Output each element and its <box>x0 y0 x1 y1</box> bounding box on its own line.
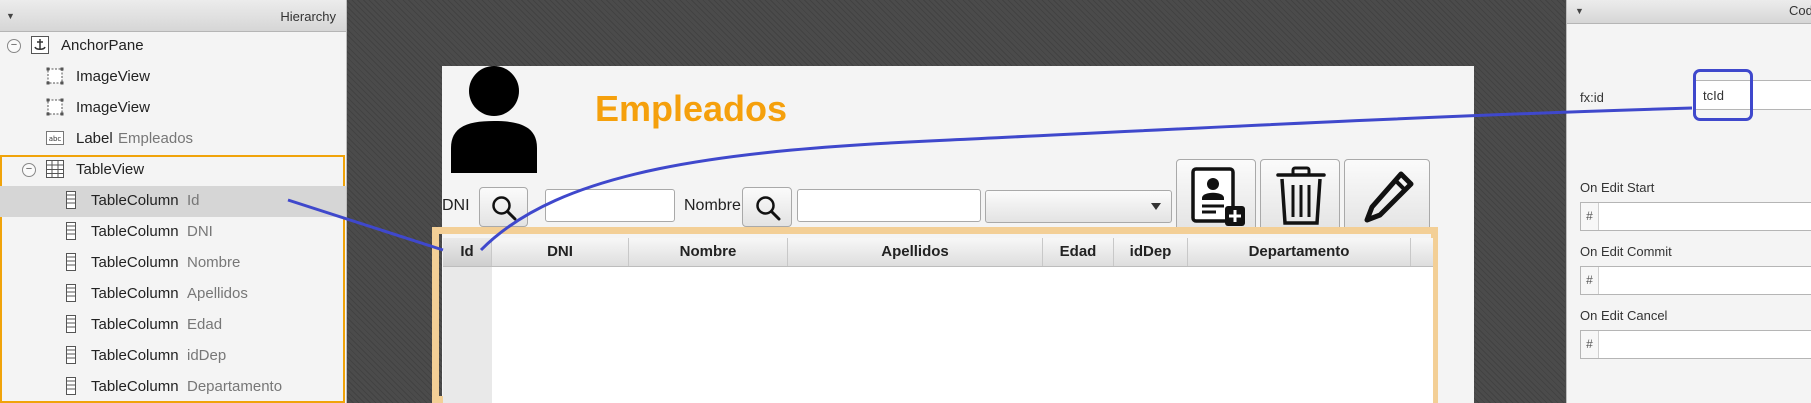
departamento-combobox[interactable] <box>985 190 1172 223</box>
column-header-apellidos[interactable]: Apellidos <box>788 238 1043 266</box>
column-header-id[interactable]: Id <box>443 238 492 266</box>
search-icon <box>492 196 517 221</box>
imageview-icon <box>46 67 64 85</box>
node-type: TableView <box>76 161 145 178</box>
tablecolumn-icon <box>66 222 76 240</box>
tablecolumn-icon <box>66 315 76 333</box>
code-header[interactable]: ▼ Code <box>1567 0 1811 24</box>
column-header-edad[interactable]: Edad <box>1043 238 1114 266</box>
node-type: Label <box>76 130 113 147</box>
on-edit-cancel-label: On Edit Cancel <box>1580 308 1668 323</box>
node-id: Edad <box>187 316 223 333</box>
node-id: Empleados <box>118 130 194 147</box>
code-title: Code <box>1789 3 1811 18</box>
collapse-arrow-icon[interactable]: ▼ <box>1575 6 1584 16</box>
delete-employee-button[interactable] <box>1260 159 1340 233</box>
tree-node-tablecolumn-edad[interactable]: TableColumn Edad <box>0 310 346 341</box>
fx-id-highlight <box>1693 69 1753 121</box>
node-type: ImageView <box>76 99 150 116</box>
tree-node-label[interactable]: abc Label Empleados <box>0 124 346 155</box>
pencil-icon <box>1364 171 1414 223</box>
label-icon: abc <box>46 131 64 145</box>
hierarchy-panel: ▼ Hierarchy − AnchorPane ImageView Image… <box>0 0 347 403</box>
tablecolumn-icon <box>66 346 76 364</box>
collapse-toggle-icon[interactable]: − <box>7 39 21 53</box>
search-nombre-button[interactable] <box>742 187 792 227</box>
tablecolumn-icon <box>66 377 76 395</box>
tree-node-anchorpane[interactable]: − AnchorPane <box>0 31 346 62</box>
add-contact-icon <box>1191 167 1245 226</box>
search-icon <box>756 196 781 221</box>
id-column-selected-body <box>443 267 492 403</box>
tree-node-tablecolumn-dni[interactable]: TableColumn DNI <box>0 217 346 248</box>
fx-id-label: fx:id <box>1580 90 1604 105</box>
tree-node-tablecolumn-nombre[interactable]: TableColumn Nombre <box>0 248 346 279</box>
collapse-toggle-icon[interactable]: − <box>22 163 36 177</box>
svg-text:abc: abc <box>49 135 62 143</box>
tree-node-imageview[interactable]: ImageView <box>0 62 346 93</box>
tree-node-tablecolumn-iddep[interactable]: TableColumn idDep <box>0 341 346 372</box>
employees-table[interactable]: Id DNI Nombre Apellidos Edad idDep Depar… <box>443 238 1433 403</box>
tablecolumn-icon <box>66 191 76 209</box>
node-id: idDep <box>187 347 227 364</box>
column-header-iddep[interactable]: idDep <box>1114 238 1188 266</box>
tableview-icon <box>46 160 64 178</box>
tree-node-tableview[interactable]: − TableView <box>0 155 346 186</box>
node-id: DNI <box>187 223 213 240</box>
trash-icon <box>1276 166 1326 225</box>
tablecolumn-icon <box>66 253 76 271</box>
node-type: ImageView <box>76 68 150 85</box>
edit-employee-button[interactable] <box>1344 159 1430 233</box>
node-type: TableColumn <box>91 285 179 302</box>
hierarchy-header[interactable]: ▼ Hierarchy <box>0 0 346 32</box>
node-type: TableColumn <box>91 316 179 333</box>
nombre-label: Nombre <box>684 197 741 214</box>
dni-label: DNI <box>442 197 470 214</box>
column-header-nombre[interactable]: Nombre <box>629 238 788 266</box>
on-edit-start-field[interactable]: # <box>1580 202 1811 231</box>
code-panel: ▼ Code fx:id On Edit Start # On Edit Com… <box>1566 0 1811 403</box>
collapse-arrow-icon[interactable]: ▼ <box>6 11 15 21</box>
node-type: TableColumn <box>91 192 179 209</box>
node-type: TableColumn <box>91 378 179 395</box>
on-edit-commit-field[interactable]: # <box>1580 266 1811 295</box>
node-type: TableColumn <box>91 223 179 240</box>
on-edit-commit-label: On Edit Commit <box>1580 244 1672 259</box>
page-title: Empleados <box>595 88 788 129</box>
search-dni-button[interactable] <box>479 187 528 227</box>
on-edit-cancel-field[interactable]: # <box>1580 330 1811 359</box>
node-id: Id <box>187 192 200 209</box>
user-avatar-icon[interactable] <box>449 66 539 173</box>
chevron-down-icon <box>1151 203 1161 210</box>
hash-prefix: # <box>1581 203 1599 230</box>
dni-input[interactable] <box>545 189 675 222</box>
hierarchy-title: Hierarchy <box>280 9 336 24</box>
on-edit-start-label: On Edit Start <box>1580 180 1655 195</box>
imageview-icon <box>46 98 64 116</box>
tree-node-tablecolumn-apellidos[interactable]: TableColumn Apellidos <box>0 279 346 310</box>
tree-node-tablecolumn-id[interactable]: TableColumn Id <box>0 186 346 217</box>
node-type: AnchorPane <box>61 37 144 54</box>
tablecolumn-icon <box>66 284 76 302</box>
column-header-dni[interactable]: DNI <box>492 238 629 266</box>
column-header-departamento[interactable]: Departamento <box>1188 238 1411 266</box>
node-id: Departamento <box>187 378 283 395</box>
nombre-input[interactable] <box>797 189 981 222</box>
tree-node-tablecolumn-departamento[interactable]: TableColumn Departamento <box>0 372 346 403</box>
node-type: TableColumn <box>91 254 179 271</box>
node-id: Apellidos <box>187 285 248 302</box>
tree-node-imageview[interactable]: ImageView <box>0 93 346 124</box>
anchor-icon <box>31 36 49 54</box>
hash-prefix: # <box>1581 267 1599 294</box>
table-header: Id DNI Nombre Apellidos Edad idDep Depar… <box>443 238 1433 267</box>
hash-prefix: # <box>1581 331 1599 358</box>
node-id: Nombre <box>187 254 241 271</box>
add-employee-button[interactable] <box>1176 159 1256 233</box>
node-type: TableColumn <box>91 347 179 364</box>
